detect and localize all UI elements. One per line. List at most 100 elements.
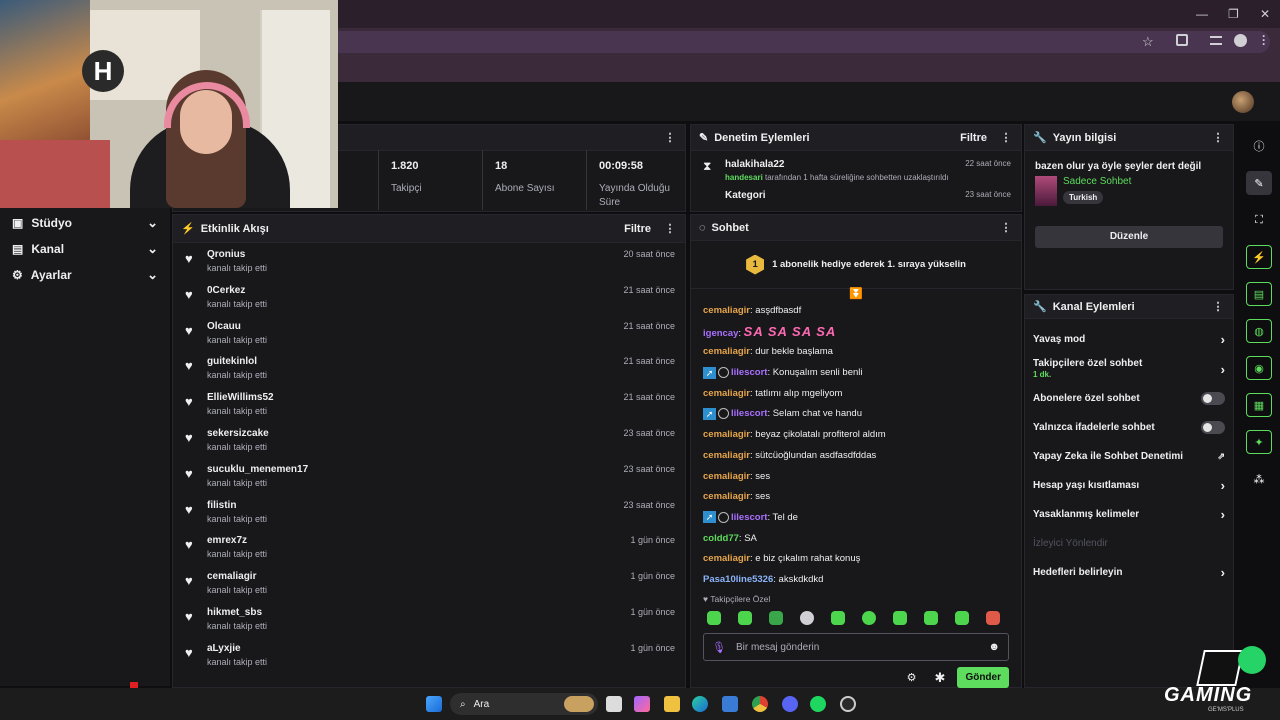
emote-icon[interactable] [738, 611, 752, 625]
emote-only-toggle[interactable] [1201, 421, 1225, 434]
steam-icon[interactable] [840, 696, 856, 712]
filter-button[interactable]: Filtre [960, 132, 987, 144]
menu-icon[interactable]: · · · [1262, 30, 1266, 50]
activity-item[interactable]: ♥ filistin kanalı takip etti 23 saat önce [173, 494, 685, 530]
emote-icon[interactable] [831, 611, 845, 625]
info-icon[interactable]: ⓘ [1246, 134, 1272, 158]
chat-message[interactable]: ➚ lilescort: Tel de [691, 508, 1021, 529]
task-view-icon[interactable] [606, 696, 622, 712]
minimize-button[interactable]: — [1196, 7, 1208, 21]
add-action-icon[interactable]: ⁂ [1246, 467, 1272, 491]
chat-message[interactable]: cemaliagir: sütcüoğlundan asdfasdfddas [691, 446, 1021, 467]
activity-item[interactable]: ♥ emrex7z kanalı takip etti 1 gün önce [173, 529, 685, 565]
chat-username[interactable]: coldd77 [703, 533, 739, 544]
maximize-button[interactable]: ❐ [1228, 7, 1239, 21]
moderation-item[interactable]: ⧗ halakihala22 handesari tarafından 1 ha… [691, 151, 1021, 182]
chat-message[interactable]: cemaliagir: asşdfbasdf [691, 301, 1021, 322]
layout-icon[interactable]: ▦ [1246, 393, 1272, 417]
activity-item[interactable]: ♥ sekersizcake kanalı takip etti 23 saat ön… [173, 422, 685, 458]
wrench-icon[interactable]: ✦ [1246, 430, 1272, 454]
emote-icon[interactable] [769, 611, 783, 625]
chat-username[interactable]: cemaliagir [703, 429, 750, 440]
sidebar-item-studio[interactable]: ▣ Stüdyo ⌄ [0, 210, 170, 236]
chat-username[interactable]: cemaliagir [703, 450, 750, 461]
tag-chip[interactable]: Turkish [1063, 191, 1104, 204]
close-button[interactable]: ✕ [1260, 7, 1270, 21]
emote-icon[interactable] [893, 611, 907, 625]
chat-username[interactable]: igencay [703, 328, 738, 339]
file-explorer-icon[interactable] [664, 696, 680, 712]
activity-item[interactable]: ♥ guitekinlol kanalı takip etti 21 saat önc… [173, 350, 685, 386]
account-age-row[interactable]: Hesap yaşı kısıtlaması › [1025, 471, 1233, 500]
chat-message[interactable]: cemaliagir: dur bekle başlama [691, 342, 1021, 363]
more-options-icon[interactable]: ⋮ [999, 131, 1013, 144]
taskbar-search[interactable]: ⌕ Ara [450, 693, 598, 715]
copilot-icon[interactable] [634, 696, 650, 712]
edge-icon[interactable] [692, 696, 708, 712]
category-link[interactable]: Sadece Sohbet [1063, 176, 1131, 187]
emote-icon[interactable] [955, 611, 969, 625]
profile-icon[interactable] [1234, 34, 1247, 47]
lightning-icon[interactable]: ⚡ [1246, 245, 1272, 269]
capture-icon[interactable]: ⛶ [1246, 208, 1272, 232]
chat-username[interactable]: cemaliagir [703, 553, 750, 564]
chat-username[interactable]: cemaliagir [703, 346, 750, 357]
chrome-icon[interactable] [752, 696, 768, 712]
start-icon[interactable] [426, 696, 442, 712]
chat-username[interactable]: cemaliagir [703, 305, 750, 316]
followers-only-row[interactable]: Takipçilere özel sohbet 1 dk. › [1025, 354, 1233, 384]
broadcast-icon[interactable]: ◉ [1246, 356, 1272, 380]
extensions-icon[interactable] [1176, 34, 1188, 46]
emote-icon[interactable] [924, 611, 938, 625]
moderation-item[interactable]: Kategori 23 saat önce [691, 182, 1021, 201]
spotify-icon[interactable] [810, 696, 826, 712]
more-options-icon[interactable]: ⋮ [1211, 131, 1225, 144]
avatar[interactable] [1232, 91, 1254, 113]
activity-item[interactable]: ♥ cemaliagir kanalı takip etti 1 gün önce [173, 565, 685, 601]
pin-icon[interactable]: ⏬ [691, 289, 1021, 301]
emote-bar[interactable] [691, 607, 1021, 629]
more-options-icon[interactable]: ⋮ [663, 222, 677, 235]
activity-item[interactable]: ♥ EllieWillims52 kanalı takip etti 21 saat … [173, 386, 685, 422]
extensions-icon[interactable]: ✱ [935, 670, 946, 686]
chat-username[interactable]: cemaliagir [703, 471, 750, 482]
more-options-icon[interactable]: ⋮ [999, 221, 1013, 234]
chat-username[interactable]: lilescort [731, 408, 767, 419]
activity-item[interactable]: ♥ sucuklu_menemen17 kanalı takip etti 23 sa… [173, 458, 685, 494]
banned-words-row[interactable]: Yasaklanmış kelimeler › [1025, 500, 1233, 529]
emote-icon[interactable] [707, 611, 721, 625]
chat-message[interactable]: cemaliagir: ses [691, 487, 1021, 508]
media-icon[interactable] [1210, 36, 1222, 45]
emote-icon[interactable] [800, 611, 814, 625]
sub-goal-banner[interactable]: 1 1 abonelik hediye ederek 1. sıraya yük… [691, 241, 1021, 289]
more-options-icon[interactable]: ⋮ [663, 131, 677, 144]
chat-message[interactable]: Pasa10line5326: akskdkdkd [691, 570, 1021, 591]
emoji-icon[interactable]: ☻ [988, 641, 1000, 653]
chat-username[interactable]: lilescort [731, 367, 767, 378]
chat-message[interactable]: ➚ lilescort: Selam chat ve handu [691, 404, 1021, 425]
subscribers-only-toggle[interactable] [1201, 392, 1225, 405]
chat-message[interactable]: coldd77: SA [691, 529, 1021, 550]
chat-username[interactable]: Pasa10line5326 [703, 574, 773, 585]
activity-item[interactable]: ♥ Olcauu kanalı takip etti 21 saat önce [173, 315, 685, 351]
chat-input[interactable]: 🎙 Bir mesaj gönderin ☻ [703, 633, 1009, 661]
activity-item[interactable]: ♥ aLyxjie kanalı takip etti 1 gün önce [173, 637, 685, 673]
chat-message[interactable]: ➚ lilescort: Konuşalım senli benli [691, 363, 1021, 384]
star-icon[interactable]: ☆ [1142, 34, 1154, 50]
slow-mode-row[interactable]: Yavaş mod › [1025, 325, 1233, 354]
chat-username[interactable]: lilescort [731, 512, 767, 523]
chat-message[interactable]: cemaliagir: ses [691, 467, 1021, 488]
sidebar-item-settings[interactable]: ⚙ Ayarlar ⌄ [0, 262, 170, 288]
chat-message[interactable]: igencay: SA SA SA SA [691, 322, 1021, 343]
chat-message[interactable]: cemaliagir: tatlımı alıp mgeliyom [691, 384, 1021, 405]
edit-button[interactable]: Düzenle [1035, 226, 1223, 248]
automod-row[interactable]: Yapay Zeka ile Sohbet Denetimi ⇗ [1025, 442, 1233, 471]
emote-icon[interactable] [862, 611, 876, 625]
microphone-icon[interactable]: 🎙 [712, 641, 726, 654]
gear-icon[interactable]: ⚙ [907, 671, 917, 684]
send-button[interactable]: Gönder [957, 667, 1009, 688]
chat-message[interactable]: cemaliagir: beyaz çikolatalı profiterol … [691, 425, 1021, 446]
sidebar-item-channel[interactable]: ▤ Kanal ⌄ [0, 236, 170, 262]
chat-username[interactable]: cemaliagir [703, 491, 750, 502]
discord-icon[interactable] [782, 696, 798, 712]
